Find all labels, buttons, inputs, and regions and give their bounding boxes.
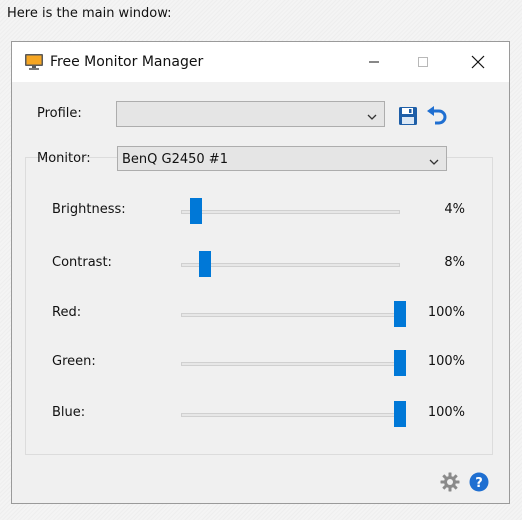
slider-track[interactable] [181, 413, 400, 417]
slider-track[interactable] [181, 210, 400, 214]
slider-value: 100% [427, 405, 465, 420]
page-caption: Here is the main window: [7, 6, 172, 21]
slider-label: Brightness: [52, 202, 126, 217]
profile-dropdown[interactable] [116, 101, 385, 127]
slider-row-brightness: Brightness: 4% [12, 196, 511, 226]
slider-row-blue: Blue: 100% [12, 399, 511, 429]
monitor-icon [24, 53, 44, 71]
slider-value: 8% [444, 255, 465, 270]
close-button[interactable] [455, 42, 501, 82]
slider-thumb[interactable] [394, 401, 406, 427]
help-icon[interactable]: ? [469, 472, 489, 492]
monitor-value: BenQ G2450 #1 [122, 152, 228, 167]
slider-track[interactable] [181, 313, 400, 317]
monitor-dropdown[interactable]: BenQ G2450 #1 [117, 146, 447, 171]
window-title: Free Monitor Manager [50, 54, 204, 70]
app-window: Free Monitor Manager Profile: Monitor: B… [11, 41, 510, 504]
slider-thumb[interactable] [198, 251, 211, 277]
svg-text:?: ? [475, 476, 483, 491]
slider-row-green: Green: 100% [12, 348, 511, 378]
chevron-down-icon [367, 110, 377, 120]
slider-value: 100% [427, 354, 465, 369]
client-area: Profile: Monitor: BenQ G2450 #1 Brightne… [12, 82, 509, 503]
slider-label: Blue: [52, 405, 86, 420]
slider-value: 4% [444, 202, 465, 217]
slider-thumb[interactable] [394, 350, 406, 376]
save-icon[interactable] [398, 106, 418, 126]
slider-row-contrast: Contrast: 8% [12, 249, 511, 279]
slider-track[interactable] [181, 362, 400, 366]
slider-label: Contrast: [52, 255, 112, 270]
undo-icon[interactable] [426, 105, 448, 125]
slider-thumb[interactable] [190, 198, 203, 224]
chevron-down-icon [429, 155, 439, 165]
title-bar[interactable]: Free Monitor Manager [12, 42, 509, 82]
slider-label: Green: [52, 354, 96, 369]
profile-label: Profile: [37, 106, 82, 121]
minimize-button[interactable] [351, 42, 397, 82]
gear-icon[interactable] [440, 472, 460, 492]
slider-value: 100% [427, 305, 465, 320]
slider-track[interactable] [181, 263, 400, 267]
slider-thumb[interactable] [394, 301, 406, 327]
slider-label: Red: [52, 305, 82, 320]
maximize-button[interactable] [400, 42, 446, 82]
slider-row-red: Red: 100% [12, 299, 511, 329]
monitor-label: Monitor: [37, 151, 91, 166]
